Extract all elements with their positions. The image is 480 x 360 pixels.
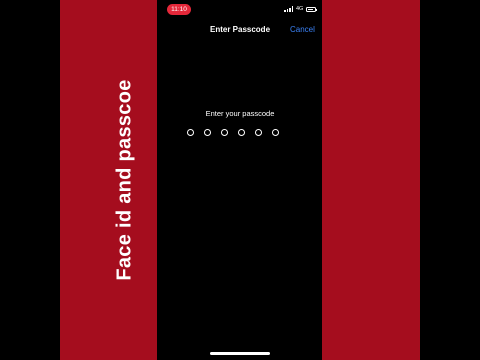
left-letterbox xyxy=(0,0,60,360)
passcode-dot xyxy=(272,129,279,136)
signal-icon xyxy=(284,6,293,12)
status-indicators: 4G xyxy=(284,6,318,12)
right-letterbox xyxy=(420,0,480,360)
passcode-dot xyxy=(238,129,245,136)
home-indicator[interactable] xyxy=(210,352,270,355)
battery-icon xyxy=(306,6,318,12)
passcode-prompt: Enter your passcode xyxy=(205,109,275,118)
passcode-dot xyxy=(255,129,262,136)
phone-screen xyxy=(157,0,322,360)
network-label: 4G xyxy=(296,6,304,12)
passcode-dot xyxy=(221,129,228,136)
left-banner xyxy=(60,0,157,360)
passcode-dot xyxy=(187,129,194,136)
cancel-button[interactable]: Cancel xyxy=(290,25,315,34)
passcode-dots xyxy=(187,129,279,136)
page-title: Enter Passcode xyxy=(209,25,271,34)
status-time: 11:10 xyxy=(167,4,191,15)
banner-title: Face id and passcoe xyxy=(113,79,136,281)
right-banner xyxy=(322,0,420,360)
passcode-dot xyxy=(204,129,211,136)
